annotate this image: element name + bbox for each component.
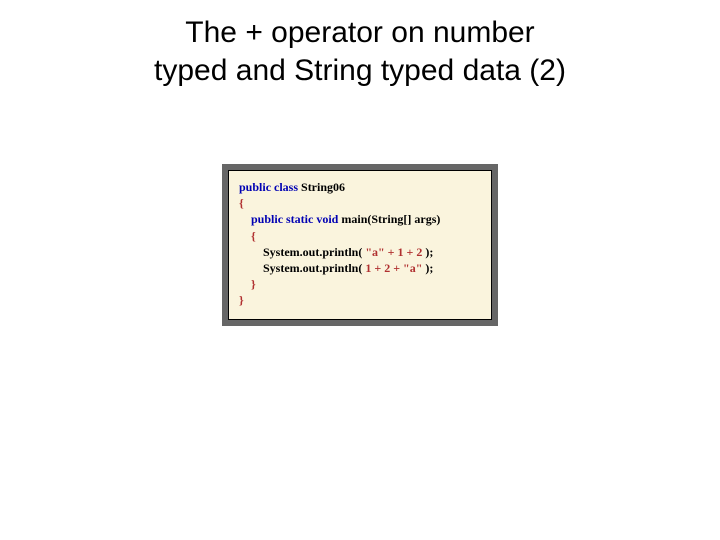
title-line-2: typed and String typed data (2) <box>154 54 566 87</box>
brace-close: } <box>251 277 256 291</box>
indent <box>239 212 251 226</box>
plus-op: + <box>374 261 381 275</box>
indent <box>239 277 251 291</box>
plus-op: + <box>388 245 395 259</box>
method-params: (String[] args) <box>367 212 440 226</box>
class-name: String06 <box>301 180 345 194</box>
string-literal: "a" <box>365 245 384 259</box>
kw-void: void <box>316 212 338 226</box>
method-name: main <box>341 212 367 226</box>
kw-public: public <box>239 180 271 194</box>
stmt-call: System.out.println( <box>263 245 362 259</box>
number-literal: 1 <box>398 245 404 259</box>
code-frame: public class String06 { public static vo… <box>222 164 498 326</box>
indent <box>239 261 263 275</box>
indent <box>239 245 263 259</box>
stmt-call: System.out.println( <box>263 261 362 275</box>
plus-op: + <box>393 261 400 275</box>
stmt-end: ); <box>425 261 433 275</box>
kw-static: static <box>286 212 313 226</box>
slide: The + operator on number typed and Strin… <box>0 0 720 540</box>
number-literal: 2 <box>384 261 390 275</box>
stmt-end: ); <box>425 245 433 259</box>
kw-public: public <box>251 212 283 226</box>
brace-open: { <box>251 229 256 243</box>
brace-close: } <box>239 293 244 307</box>
kw-class: class <box>274 180 298 194</box>
title-line-1: The + operator on number <box>185 16 534 49</box>
brace-open: { <box>239 196 244 210</box>
indent <box>239 229 251 243</box>
slide-title: The + operator on number typed and Strin… <box>0 0 720 89</box>
string-literal: "a" <box>403 261 422 275</box>
number-literal: 1 <box>365 261 371 275</box>
code-block: public class String06 { public static vo… <box>228 170 492 320</box>
plus-op: + <box>407 245 414 259</box>
